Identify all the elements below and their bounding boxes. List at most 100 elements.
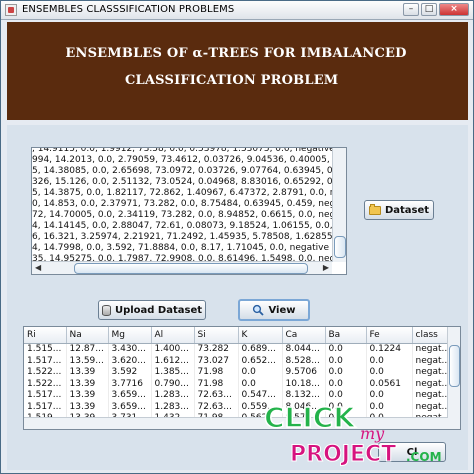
view-button-label: View [268,304,296,316]
dataset-text-area[interactable]: , 14.9115, 0.0, 1.9912, 73.58, 0.0, 0.53… [31,147,347,275]
text-horizontal-scroll-thumb[interactable] [74,263,308,274]
table-column-header[interactable]: Al [151,327,195,344]
upload-dataset-button[interactable]: Upload Dataset [98,300,206,320]
table-cell: negat... [412,378,452,390]
table-cell: 0.0 [325,355,367,367]
table-cell: 0.0 [325,343,367,356]
table-cell: 1.517... [24,401,67,413]
window-title: ENSEMBLES CLASSSIFICATION PROBLEMS [22,4,235,15]
table-cell: 0.0 [366,390,413,402]
table-cell: 1.612... [151,355,195,367]
text-vertical-scrollbar[interactable] [332,148,346,262]
view-button[interactable]: View [238,299,310,321]
upload-dataset-button-label: Upload Dataset [114,304,203,316]
table-column-header[interactable]: K [238,327,283,344]
table-cell: 0.0 [325,367,367,379]
table-cell: negat... [412,367,452,379]
watermark-domain: .COM [406,450,442,464]
table-cell: negat... [412,343,452,356]
table-cell: 13.39 [66,390,109,402]
table-cell: 13.39 [66,401,109,413]
table-cell: 8.528... [282,355,326,367]
app-window: ENSEMBLES CLASSSIFICATION PROBLEMS – □ ×… [0,0,474,474]
table-cell: 8.132... [282,390,326,402]
table-cell: 0.652... [238,355,283,367]
table-cell: negat... [412,390,452,402]
table-row[interactable]: 1.522... 13.39 3.7716 0.790... 71.98 0.0 10.18… [24,378,452,390]
dataset-text-line: 4, 14.7998, 0.0, 3.592, 71.8884, 0.0, 8.… [32,243,329,253]
table-cell: 0.790... [151,378,195,390]
table-cell: 0.547... [238,390,283,402]
table-cell: 10.18... [282,378,326,390]
table-cell: 1.522... [24,378,67,390]
header-banner: ENSEMBLES OF α-TREES FOR IMBALANCED CLAS… [7,22,468,120]
dataset-text-line: 5, 14.3875, 0.0, 1.82117, 72.862, 1.4096… [32,188,332,198]
maximize-button[interactable]: □ [421,3,437,16]
dataset-text-line: 5, 14.38085, 0.0, 2.65698, 73.0972, 0.03… [32,166,332,176]
table-column-header[interactable]: Si [194,327,239,344]
text-horizontal-scrollbar[interactable]: ◀ ▶ [32,261,332,274]
title-bar[interactable]: ENSEMBLES CLASSSIFICATION PROBLEMS – □ × [1,1,473,20]
dataset-text-line: 326, 15.126, 0.0, 2.51132, 73.0524, 0.04… [32,177,332,187]
table-cell: 1.515... [24,343,67,356]
table-column-header[interactable]: Ri [24,327,67,344]
table-column-header[interactable]: class [412,327,452,344]
dataset-text-line: 6, 16.321, 3.25974, 2.21921, 71.2492, 1.… [32,232,332,242]
dataset-button[interactable]: Dataset [364,200,434,220]
table-cell: 0.0 [325,390,367,402]
table-cell: 71.98 [194,367,239,379]
table-cell: 0.0 [238,367,283,379]
table-cell: 3.620... [108,355,152,367]
table-row[interactable]: 1.517... 13.39 3.659... 1.283... 72.63... 0.5… [24,390,452,402]
table-cell: 3.659... [108,401,152,413]
table-cell: 0.0561 [366,378,413,390]
table-cell: 12.87... [66,343,109,356]
table-cell: 1.283... [151,401,195,413]
scroll-left-icon[interactable]: ◀ [35,263,41,273]
table-cell: 1.283... [151,390,195,402]
table-cell: 72.63... [194,390,239,402]
table-cell: 3.430... [108,343,152,356]
table-row[interactable]: 1.522... 13.39 3.592 1.385... 71.98 0.0 9.5706… [24,367,452,379]
magnifier-icon [253,304,265,316]
table-column-header[interactable]: Fe [366,327,413,344]
dataset-text-line: 4, 14.14145, 0.0, 2.88047, 72.61, 0.0807… [32,221,332,231]
table-cell: 8.044... [282,343,326,356]
watermark-word-project: PROJECT [290,442,396,467]
watermark-word-click: CLICK [264,401,356,434]
table-column-header[interactable]: Na [66,327,109,344]
dataset-text-line: 0, 14.853, 0.0, 2.37971, 73.282, 0.0, 8.… [32,199,332,209]
close-button[interactable]: × [439,3,469,16]
dataset-text-line: 994, 14.2013, 0.0, 2.79059, 73.4612, 0.0… [32,155,332,165]
text-vertical-scroll-thumb[interactable] [334,236,346,258]
table-row[interactable]: 1.515... 12.87... 3.430... 1.400... 73.282 0.… [24,343,452,356]
table-cell: 0.0 [366,355,413,367]
table-cell: 1.385... [151,367,195,379]
dataset-button-label: Dataset [384,204,430,216]
table-vertical-scroll-thumb[interactable] [449,345,460,387]
minimize-button[interactable]: – [403,3,419,16]
header-title-line2: CLASSIFICATION PROBLEM [125,73,339,88]
table-cell: 0.0 [325,378,367,390]
table-cell: 13.39 [66,367,109,379]
table-cell: 73.027 [194,355,239,367]
table-cell: 0.0 [238,378,283,390]
table-column-header[interactable]: Ba [325,327,367,344]
table-cell: 1.517... [24,355,67,367]
table-cell: 3.7716 [108,378,152,390]
watermark-word-my: my [360,424,385,443]
folder-icon [368,203,381,215]
table-cell: 13.59... [66,355,109,367]
table-cell: 1.400... [151,343,195,356]
table-cell: negat... [412,355,452,367]
table-cell: 0.689... [238,343,283,356]
scroll-right-icon[interactable]: ▶ [323,263,329,273]
table-cell: 1.517... [24,390,67,402]
table-row[interactable]: 1.517... 13.59... 3.620... 1.612... 73.027 0.… [24,355,452,367]
table-column-header[interactable]: Mg [108,327,152,344]
table-cell: 0.1224 [366,343,413,356]
table-cell: 71.98 [194,378,239,390]
table-column-header[interactable]: Ca [282,327,326,344]
table-cell: 13.39 [66,378,109,390]
table-cell: 0.0 [366,367,413,379]
